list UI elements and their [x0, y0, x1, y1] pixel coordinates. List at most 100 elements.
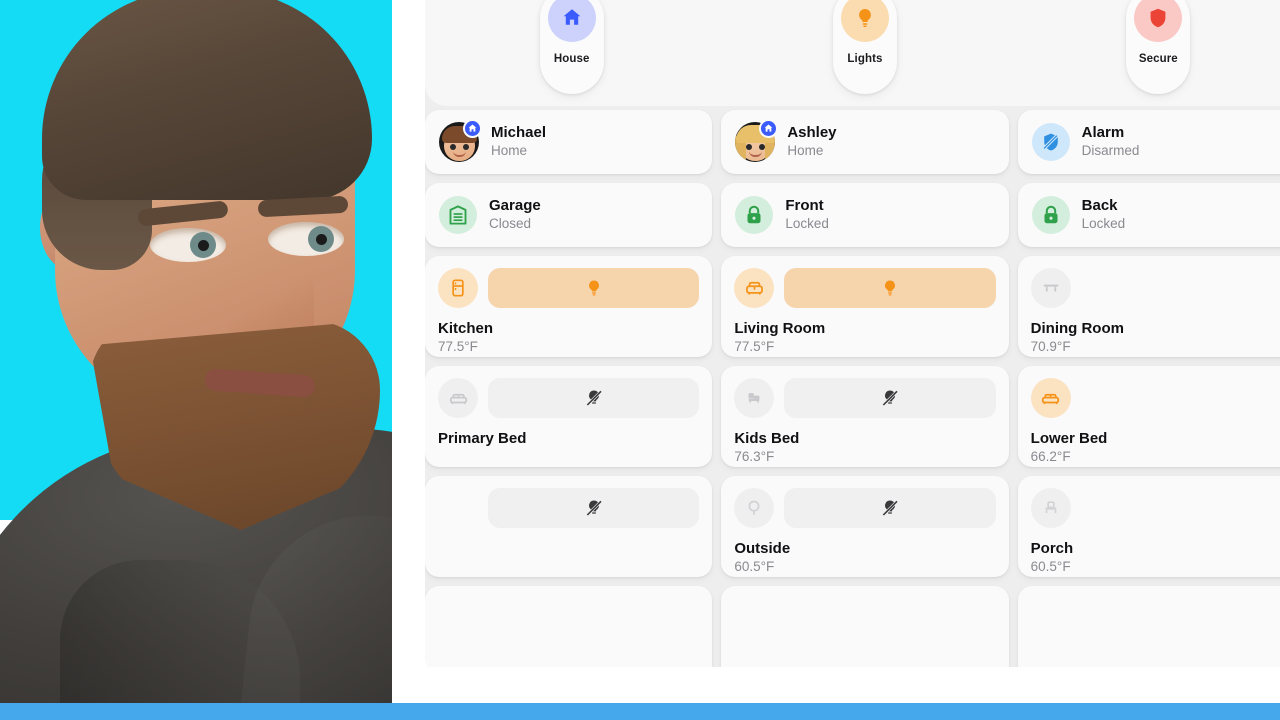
- room-name: Living Room: [734, 320, 826, 337]
- room-temperature: 60.5°F: [1030, 559, 1071, 574]
- room-name: Porch: [1030, 540, 1074, 557]
- shield-off-icon: [1042, 133, 1058, 151]
- living-room-light-toggle[interactable]: [784, 268, 996, 308]
- room-card-dining-room[interactable]: Dining Room 70.9°F: [1017, 256, 1280, 357]
- scene-lights-icon-bg: [840, 0, 889, 42]
- bulb-icon: [588, 280, 599, 296]
- person-name: Michael: [491, 124, 547, 142]
- scene-label-lights: Lights: [847, 53, 883, 65]
- room-card-kitchen[interactable]: Kitchen 77.5°F: [425, 256, 713, 357]
- status-card-back-door[interactable]: Back Locked: [1017, 183, 1280, 247]
- status-text-block: Back Locked: [1082, 197, 1126, 232]
- room-card-lower-bed[interactable]: Lower Bed 66.2°F: [1017, 366, 1280, 467]
- avatar: [439, 119, 482, 162]
- status-text-block: Front Locked: [785, 197, 829, 232]
- status-text-block: Garage Closed: [489, 197, 541, 232]
- accessory-grid: Michael Home Ashley Home Alarm Disarmed …: [425, 110, 1280, 678]
- status-card-alarm[interactable]: Alarm Disarmed: [1017, 110, 1280, 174]
- room-card-kids-bed[interactable]: Kids Bed 76.3°F: [721, 366, 1009, 467]
- status-value: Disarmed: [1081, 142, 1140, 158]
- bed-icon: [1042, 393, 1060, 404]
- occluded-room-light-toggle[interactable]: [488, 488, 700, 528]
- shield-icon: [1150, 8, 1166, 28]
- person-text-block: Michael Home: [491, 124, 546, 159]
- primary-bed-icon-bg[interactable]: [438, 378, 478, 418]
- room-controls: [1030, 488, 1280, 528]
- kids-bed-icon-bg[interactable]: [734, 378, 775, 418]
- bulb-off-icon: [882, 390, 898, 407]
- sofa-icon: [745, 281, 763, 295]
- bulb-off-icon: [585, 390, 602, 407]
- room-temperature: 77.5°F: [438, 339, 478, 354]
- room-controls: [438, 488, 700, 528]
- scene-house-icon-bg: [547, 0, 596, 42]
- room-name: Primary Bed: [438, 430, 527, 447]
- room-card-occluded[interactable]: [425, 476, 713, 577]
- scene-tile-secure[interactable]: Secure: [1126, 0, 1191, 94]
- garage-icon-bg: [439, 196, 477, 234]
- status-value: Locked: [785, 215, 829, 231]
- front-lock-icon-bg: [735, 196, 774, 234]
- room-card-primary-bed[interactable]: Primary Bed: [425, 366, 713, 467]
- room-controls: [734, 488, 996, 528]
- lower-bed-icon-bg[interactable]: [1030, 378, 1071, 418]
- person-card-ashley[interactable]: Ashley Home: [721, 110, 1009, 174]
- kitchen-icon-bg[interactable]: [438, 268, 478, 308]
- alarm-icon-bg: [1031, 123, 1070, 161]
- person-name: Ashley: [787, 124, 837, 142]
- status-text-block: Alarm Disarmed: [1082, 124, 1140, 159]
- presenter-video-overlay: [0, 0, 392, 720]
- house-badge-icon: [759, 119, 779, 138]
- bulb-icon: [859, 9, 871, 27]
- room-card-clipped-2[interactable]: [721, 586, 1009, 678]
- primary-bed-light-toggle[interactable]: [488, 378, 700, 418]
- scene-tile-lights[interactable]: Lights: [832, 0, 897, 94]
- memoji-smile: [452, 151, 466, 157]
- memoji-eye-left: [745, 144, 752, 150]
- presenter-pupil-right: [316, 234, 327, 245]
- bunkbed-icon: [748, 393, 760, 403]
- bulb-off-icon: [585, 500, 602, 517]
- dining-room-icon-bg[interactable]: [1030, 268, 1071, 308]
- fridge-icon: [452, 279, 464, 297]
- person-status: Home: [491, 142, 528, 158]
- status-name: Garage: [489, 197, 541, 215]
- kids-bed-light-toggle[interactable]: [784, 378, 996, 418]
- room-temperature: 70.9°F: [1030, 339, 1071, 354]
- outside-light-toggle[interactable]: [784, 488, 996, 528]
- room-controls: [438, 268, 700, 308]
- bed-icon: [449, 393, 467, 404]
- lock-icon: [1044, 205, 1058, 224]
- status-card-garage[interactable]: Garage Closed: [425, 183, 713, 247]
- memoji-eye-left: [449, 144, 456, 150]
- status-value: Closed: [489, 215, 532, 231]
- room-name: Dining Room: [1030, 320, 1124, 337]
- bottom-progress-bar[interactable]: [0, 703, 1280, 720]
- living-room-icon-bg[interactable]: [734, 268, 775, 308]
- presenter-pupil-left: [198, 240, 209, 251]
- room-card-clipped-3[interactable]: [1017, 586, 1280, 678]
- scene-tile-house[interactable]: House: [539, 0, 604, 94]
- room-card-clipped-1[interactable]: [425, 586, 713, 678]
- room-controls: [1030, 268, 1280, 308]
- status-card-front-door[interactable]: Front Locked: [721, 183, 1009, 247]
- house-badge-icon: [463, 119, 482, 138]
- bottom-white-strip: [392, 667, 1280, 703]
- memoji-eye-right: [758, 144, 765, 150]
- room-controls: [1030, 378, 1280, 418]
- person-status: Home: [787, 142, 824, 158]
- kitchen-light-toggle[interactable]: [488, 268, 700, 308]
- back-lock-icon-bg: [1031, 196, 1070, 234]
- presenter-hair: [42, 0, 372, 200]
- scene-secure-icon-bg: [1134, 0, 1183, 42]
- room-controls: [438, 378, 700, 418]
- room-card-porch[interactable]: Porch 60.5°F: [1017, 476, 1280, 577]
- outside-icon-bg[interactable]: [734, 488, 775, 528]
- memoji-eye-right: [462, 144, 469, 150]
- room-card-outside[interactable]: Outside 60.5°F: [721, 476, 1009, 577]
- person-card-michael[interactable]: Michael Home: [425, 110, 713, 174]
- status-value: Locked: [1081, 215, 1126, 231]
- porch-icon-bg[interactable]: [1030, 488, 1071, 528]
- room-card-living-room[interactable]: Living Room 77.5°F: [721, 256, 1009, 357]
- room-controls: [734, 378, 996, 418]
